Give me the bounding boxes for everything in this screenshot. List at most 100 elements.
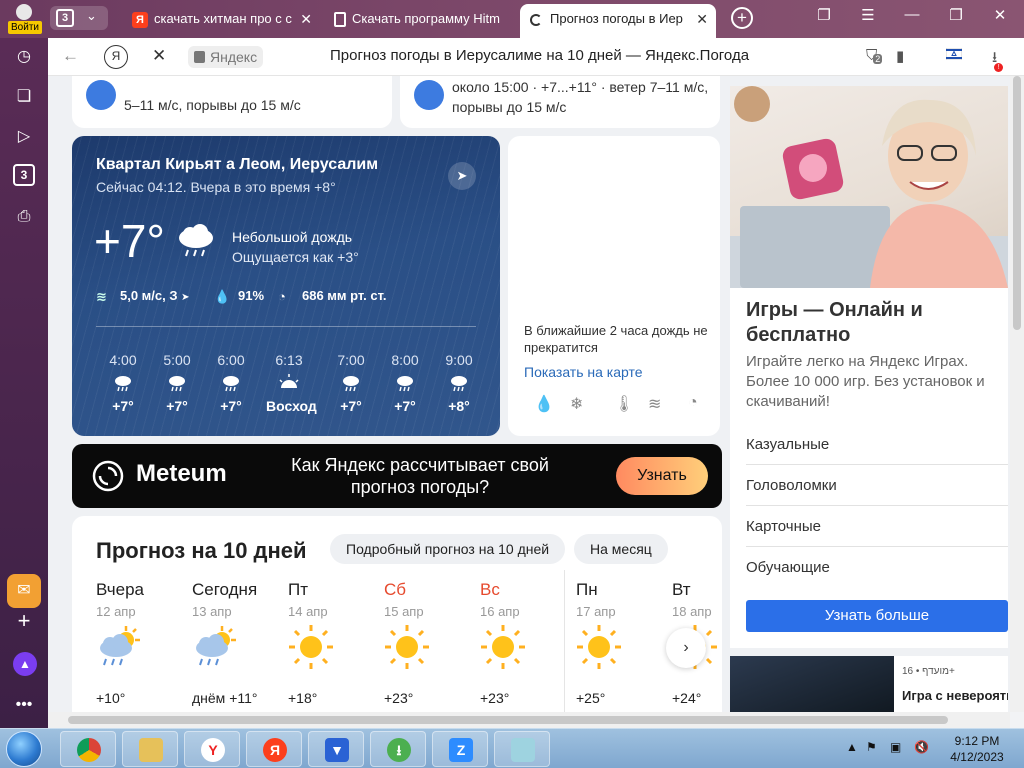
- back-icon[interactable]: ←: [62, 46, 79, 66]
- month-forecast-button[interactable]: На месяц: [574, 534, 668, 564]
- vertical-scrollbar[interactable]: [1010, 76, 1024, 712]
- hourly-item: 4:00 +7°: [100, 352, 146, 414]
- israel-flag-icon: [945, 47, 963, 61]
- hourly-item: 6:13 Восход: [266, 352, 317, 414]
- taskbar-notepad[interactable]: [494, 731, 550, 767]
- ad-category-casual[interactable]: Казуальные: [746, 424, 1008, 465]
- taskbar-downloader[interactable]: ⭳: [370, 731, 426, 767]
- taskbar-yandex[interactable]: Я: [246, 731, 302, 767]
- play-icon[interactable]: ▷: [13, 126, 35, 148]
- minimize-icon[interactable]: —: [898, 6, 926, 23]
- wind-metric: ≋ 5,0 м/с, З ➤: [96, 288, 190, 305]
- next-days-button[interactable]: ›: [666, 628, 706, 668]
- restore-icon[interactable]: ❐: [942, 6, 970, 24]
- geolocation-icon[interactable]: ➤: [448, 162, 476, 190]
- yandex-button[interactable]: Я: [104, 45, 128, 69]
- taskbar-chrome[interactable]: [60, 731, 116, 767]
- close-window-icon[interactable]: ✕: [986, 6, 1014, 24]
- action-center-icon[interactable]: ⚑: [866, 740, 877, 754]
- downloads-badge: 2: [873, 54, 883, 64]
- scroll-thumb[interactable]: [1013, 76, 1021, 330]
- bookmarks-collection-icon[interactable]: ❐: [810, 6, 838, 24]
- menu-icon[interactable]: ☰: [854, 6, 882, 24]
- taskbar-app-blue[interactable]: ▼: [308, 731, 364, 767]
- temperature-icon[interactable]: 🌡: [614, 394, 634, 414]
- translate-flag-icon[interactable]: [945, 47, 963, 64]
- mail-icon[interactable]: ✉: [7, 574, 41, 608]
- taskbar-clock[interactable]: 9:12 PM 4/12/2023: [946, 733, 1008, 765]
- show-map-link[interactable]: Показать на карте: [524, 364, 643, 380]
- more-icon[interactable]: •••: [13, 694, 35, 716]
- ad2-tag: מועדף • 16+: [902, 666, 955, 677]
- hourly-time: 9:00: [445, 352, 473, 368]
- ad-subtitle: Играйте легко на Яндекс Играх. Более 10 …: [746, 353, 985, 410]
- ad-title[interactable]: Игры — Онлайн и бесплатно: [746, 298, 1008, 348]
- ad2-image[interactable]: [730, 656, 894, 712]
- pressure-icon[interactable]: ◔: [688, 394, 698, 412]
- download-icon[interactable]: ⭳!: [992, 47, 1004, 72]
- forecast-day[interactable]: Сегодня 13 апр днём +11°: [192, 580, 282, 706]
- network-icon[interactable]: ▣: [890, 740, 901, 754]
- new-tab-button[interactable]: +: [731, 7, 753, 29]
- ad2-title[interactable]: Игра с невероятн: [902, 688, 1008, 703]
- hourly-item: 6:00 +7°: [208, 352, 254, 414]
- screenshot-icon[interactable]: ⎙: [13, 206, 35, 228]
- detailed-forecast-button[interactable]: Подробный прогноз на 10 дней: [330, 534, 566, 564]
- taskbar-zoom-app[interactable]: Z: [432, 731, 488, 767]
- game-ad-2[interactable]: מועדף • 16+ Игра с невероятн: [730, 656, 1008, 712]
- add-panel-icon[interactable]: +: [13, 610, 35, 632]
- ad-category-puzzles[interactable]: Головоломки: [746, 465, 1008, 506]
- collections-icon[interactable]: ❏: [13, 86, 35, 108]
- close-tab-icon[interactable]: ✕: [696, 4, 708, 34]
- show-hidden-icons[interactable]: ▲: [846, 740, 858, 754]
- tabs-icon[interactable]: 3: [13, 164, 35, 186]
- precipitation-icon[interactable]: 💧: [534, 394, 554, 414]
- history-icon[interactable]: ◷: [13, 46, 35, 68]
- wind-icon[interactable]: ≋: [648, 394, 661, 414]
- location-title[interactable]: Квартал Кирьят а Леом, Иерусалим: [96, 156, 378, 174]
- games-ad[interactable]: Игры — Онлайн и бесплатно Играйте легко …: [730, 86, 1008, 648]
- volume-muted-icon[interactable]: 🔇: [914, 740, 929, 754]
- bookmark-icon[interactable]: ▮: [896, 47, 904, 65]
- tab-1[interactable]: Яскачать хитман про с с ✕: [124, 4, 320, 34]
- ad-learn-more-button[interactable]: Узнать больше: [746, 600, 1008, 632]
- protect-icon[interactable]: ⛉2: [866, 47, 883, 64]
- forecast-day[interactable]: Пт 14 апр +18°: [288, 580, 378, 706]
- stop-loading-icon[interactable]: ✕: [152, 46, 166, 66]
- ad-image[interactable]: [730, 86, 1008, 288]
- tab-2[interactable]: Скачать программу Hitm: [326, 4, 516, 34]
- day-name: Сб: [384, 580, 407, 599]
- start-button[interactable]: [6, 731, 42, 767]
- tab-3-active[interactable]: Прогноз погоды в Иер ✕: [520, 4, 716, 38]
- ad-category-educational[interactable]: Обучающие: [746, 547, 1008, 588]
- pressure-metric: ◔ 686 мм рт. ст.: [278, 288, 386, 305]
- meteum-banner[interactable]: Meteum Как Яндекс рассчитывает свой прог…: [72, 444, 722, 508]
- horizontal-scrollbar[interactable]: [48, 712, 1010, 728]
- forecast-day[interactable]: Сб 15 апр +23°: [384, 580, 474, 706]
- day-temperature: +10°: [96, 690, 126, 706]
- alice-icon[interactable]: ▲: [13, 652, 37, 676]
- close-tab-icon[interactable]: ✕: [300, 4, 312, 34]
- forecast-day[interactable]: Пн 17 апр +25°: [576, 580, 666, 706]
- week-separator: [564, 570, 565, 712]
- tab-counter-button[interactable]: 3 ⌄: [50, 6, 108, 30]
- alert-text: 5–11 м/с, порывы до 15 м/с: [124, 97, 301, 113]
- snow-icon[interactable]: ❄: [570, 394, 583, 414]
- scroll-thumb[interactable]: [68, 716, 948, 724]
- domain-chip[interactable]: Яндекс: [188, 46, 264, 68]
- day-temperature: днём +11°: [192, 690, 258, 706]
- forecast-day[interactable]: Вс 16 апр +23°: [480, 580, 570, 706]
- forecast-day[interactable]: Вчера 12 апр +10°: [96, 580, 186, 706]
- day-date: 15 апр: [384, 604, 424, 619]
- learn-button[interactable]: Узнать: [616, 457, 708, 495]
- pressure-icon: ◔: [278, 288, 286, 304]
- day-name: Вс: [480, 580, 500, 599]
- ad-category-cards[interactable]: Карточные: [746, 506, 1008, 547]
- taskbar-yandex-browser[interactable]: Y: [184, 731, 240, 767]
- taskbar-explorer[interactable]: [122, 731, 178, 767]
- tab-count: 3: [56, 9, 74, 27]
- sun-rain-cloud-icon: [192, 624, 238, 675]
- sun-rain-cloud-icon: [96, 624, 142, 675]
- profile-button[interactable]: Войти: [6, 2, 42, 36]
- page-title[interactable]: Прогноз погоды в Иерусалиме на 10 дней —…: [330, 47, 749, 64]
